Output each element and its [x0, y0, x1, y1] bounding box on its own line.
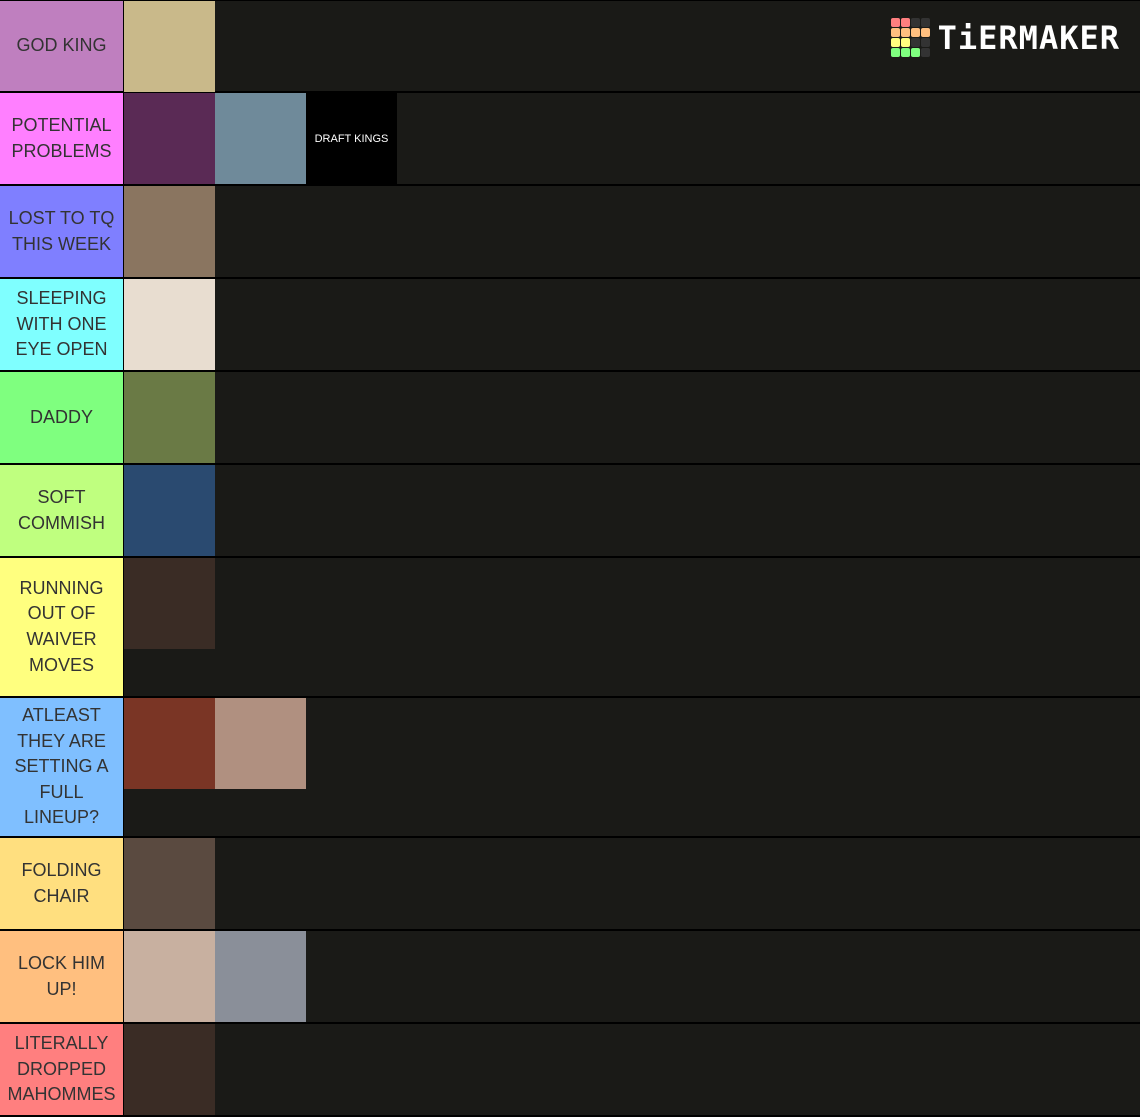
tier-items — [124, 698, 1140, 836]
tier-label[interactable]: FOLDING CHAIR — [0, 838, 124, 929]
tier-items — [124, 186, 1140, 277]
tier-row: LITERALLY DROPPED MAHOMMES — [0, 1024, 1140, 1117]
logo-grid-icon — [890, 18, 930, 57]
logo-grid-cell — [910, 38, 920, 47]
tier-item-image[interactable] — [124, 558, 215, 649]
tier-item-image[interactable] — [215, 93, 306, 184]
tier-row: FOLDING CHAIR — [0, 838, 1140, 931]
tier-row: ATLEAST THEY ARE SETTING A FULL LINEUP? — [0, 698, 1140, 838]
tier-items — [124, 838, 1140, 929]
logo-grid-cell — [920, 38, 930, 47]
tier-item-image[interactable] — [124, 465, 215, 556]
tier-items — [124, 372, 1140, 463]
logo-grid-cell — [910, 48, 920, 57]
tier-label[interactable]: LOST TO TQ THIS WEEK — [0, 186, 124, 277]
tier-row: RUNNING OUT OF WAIVER MOVES — [0, 558, 1140, 698]
logo-grid-cell — [920, 18, 930, 27]
logo-grid-cell — [910, 18, 920, 27]
tier-label[interactable]: SLEEPING WITH ONE EYE OPEN — [0, 279, 124, 370]
logo-text: TiERMAKER — [937, 18, 1120, 57]
tier-row: SLEEPING WITH ONE EYE OPEN — [0, 279, 1140, 372]
tier-item-image[interactable] — [124, 698, 215, 789]
tier-item-image[interactable] — [215, 931, 306, 1022]
tier-row: POTENTIAL PROBLEMS DRAFT KINGS — [0, 93, 1140, 186]
tier-row: DADDY — [0, 372, 1140, 465]
logo-grid-cell — [900, 18, 910, 27]
item-text: DRAFT KINGS — [314, 132, 389, 145]
tier-items — [124, 465, 1140, 556]
logo-grid-cell — [890, 28, 900, 37]
tier-label[interactable]: SOFT COMMISH — [0, 465, 124, 556]
tier-items — [124, 279, 1140, 370]
tier-item-image[interactable]: DRAFT KINGS — [306, 93, 397, 184]
tier-label[interactable]: POTENTIAL PROBLEMS — [0, 93, 124, 184]
logo-grid-cell — [900, 48, 910, 57]
tier-item-image[interactable] — [124, 931, 215, 1022]
logo-grid-cell — [900, 38, 910, 47]
tier-items — [124, 1024, 1140, 1115]
tier-row: LOCK HIM UP! — [0, 931, 1140, 1024]
tier-row: SOFT COMMISH — [0, 465, 1140, 558]
logo-grid-cell — [920, 28, 930, 37]
logo-grid-cell — [910, 28, 920, 37]
tier-label[interactable]: RUNNING OUT OF WAIVER MOVES — [0, 558, 124, 696]
tier-item-image[interactable] — [124, 1024, 215, 1115]
tier-item-image[interactable] — [124, 1, 215, 92]
tier-item-image[interactable] — [124, 93, 215, 184]
tier-items: DRAFT KINGS — [124, 93, 1140, 184]
tier-label[interactable]: ATLEAST THEY ARE SETTING A FULL LINEUP? — [0, 698, 124, 836]
tier-label[interactable]: GOD KING — [0, 1, 124, 91]
tier-item-image[interactable] — [215, 698, 306, 789]
logo-grid-cell — [890, 48, 900, 57]
logo-grid-cell — [890, 18, 900, 27]
tier-label[interactable]: DADDY — [0, 372, 124, 463]
logo-grid-cell — [890, 38, 900, 47]
tiermaker-logo: TiERMAKER — [890, 18, 1120, 57]
tier-label[interactable]: LOCK HIM UP! — [0, 931, 124, 1022]
tier-item-image[interactable] — [124, 372, 215, 463]
tier-list-board: GOD KING POTENTIAL PROBLEMS DRAFT KINGS LOS… — [0, 0, 1140, 1117]
logo-grid-cell — [920, 48, 930, 57]
tier-item-image[interactable] — [124, 838, 215, 929]
tier-label[interactable]: LITERALLY DROPPED MAHOMMES — [0, 1024, 124, 1115]
tier-item-image[interactable] — [124, 279, 215, 370]
tier-row: LOST TO TQ THIS WEEK — [0, 186, 1140, 279]
tier-item-image[interactable] — [124, 186, 215, 277]
logo-grid-cell — [900, 28, 910, 37]
tier-items — [124, 931, 1140, 1022]
tier-items — [124, 558, 1140, 696]
